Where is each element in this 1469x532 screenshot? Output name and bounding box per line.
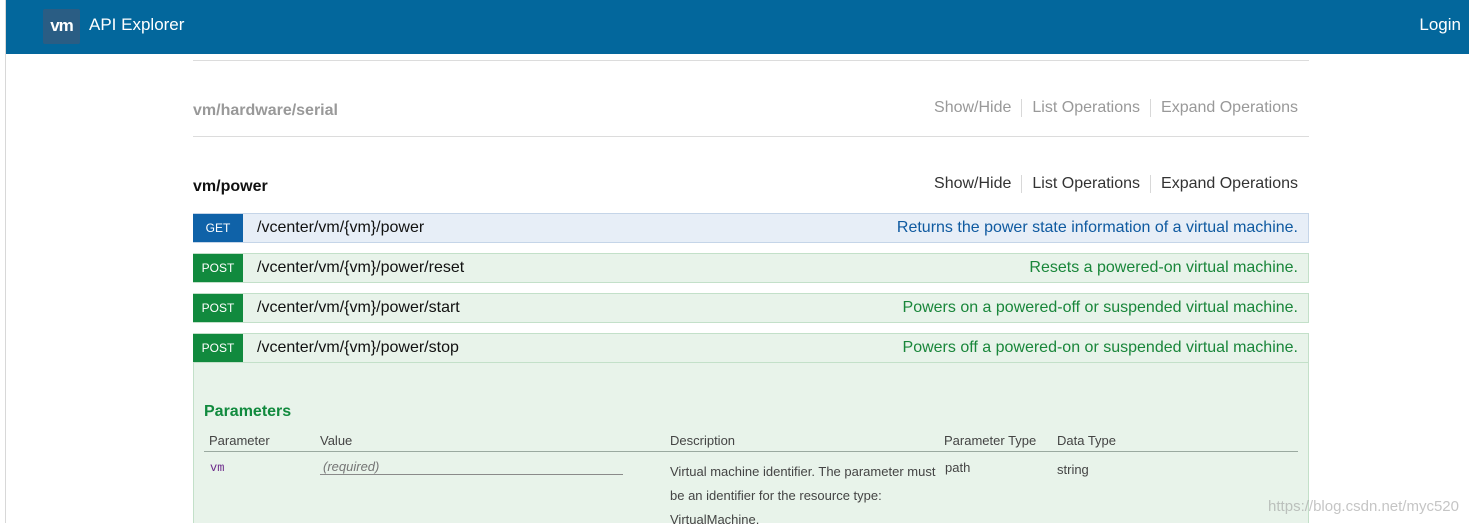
endpoint-post-power-reset[interactable]: POST /vcenter/vm/{vm}/power/reset Resets…: [193, 253, 1309, 283]
method-badge-get[interactable]: GET: [193, 214, 243, 242]
endpoint-summary[interactable]: Returns the power state information of a…: [897, 219, 1298, 237]
endpoint-post-power-start[interactable]: POST /vcenter/vm/{vm}/power/start Powers…: [193, 293, 1309, 323]
divider: [193, 60, 1309, 61]
endpoint-path[interactable]: /vcenter/vm/{vm}/power/reset: [257, 259, 1029, 277]
endpoint-summary[interactable]: Resets a powered-on virtual machine.: [1029, 259, 1298, 277]
method-badge-post[interactable]: POST: [193, 334, 243, 362]
method-badge-post[interactable]: POST: [193, 254, 243, 282]
parameter-description: Virtual machine identifier. The paramete…: [670, 464, 936, 527]
watermark-text: https://blog.csdn.net/myc520: [1268, 498, 1459, 515]
left-border: [5, 0, 6, 523]
app-title: API Explorer: [89, 15, 185, 34]
parameter-type: path: [945, 460, 971, 475]
resource-title-hardware-serial[interactable]: vm/hardware/serial: [193, 102, 338, 120]
list-operations-link[interactable]: List Operations: [1022, 99, 1150, 117]
expand-operations-link[interactable]: Expand Operations: [1151, 175, 1298, 193]
parameter-name: vm: [210, 461, 225, 475]
header-value: Value: [320, 433, 353, 448]
header-description: Description: [670, 433, 736, 448]
endpoint-path[interactable]: /vcenter/vm/{vm}/power/start: [257, 299, 903, 317]
header-data-type: Data Type: [1057, 433, 1117, 448]
login-link[interactable]: Login: [1419, 15, 1461, 35]
endpoint-path[interactable]: /vcenter/vm/{vm}/power/stop: [257, 339, 903, 357]
divider: [193, 136, 1309, 137]
resource-ops-hardware-serial: Show/Hide List Operations Expand Operati…: [934, 99, 1298, 117]
endpoint-get-power[interactable]: GET /vcenter/vm/{vm}/power Returns the p…: [193, 213, 1309, 243]
parameters-heading: Parameters: [204, 403, 292, 420]
show-hide-link[interactable]: Show/Hide: [934, 99, 1021, 117]
method-badge-post[interactable]: POST: [193, 294, 243, 322]
show-hide-link[interactable]: Show/Hide: [934, 175, 1021, 193]
api-explorer-page: vm API Explorer Login vm/hardware/serial…: [0, 0, 1469, 527]
header-parameter: Parameter: [209, 433, 270, 448]
resource-title-power[interactable]: vm/power: [193, 178, 268, 196]
expand-operations-link[interactable]: Expand Operations: [1151, 99, 1298, 117]
resource-ops-power: Show/Hide List Operations Expand Operati…: [934, 175, 1298, 193]
top-navbar: vm API Explorer Login: [6, 0, 1469, 54]
table-header-divider: [204, 451, 1298, 452]
endpoint-summary[interactable]: Powers off a powered-on or suspended vir…: [903, 339, 1298, 357]
parameter-data-type: string: [1057, 462, 1089, 477]
endpoint-post-power-stop[interactable]: POST /vcenter/vm/{vm}/power/stop Powers …: [193, 333, 1309, 363]
operation-details-panel: Parameters Parameter Value Description P…: [193, 363, 1309, 527]
vmware-logo-icon: vm: [43, 9, 80, 44]
vm-parameter-input[interactable]: [320, 458, 623, 475]
endpoint-path[interactable]: /vcenter/vm/{vm}/power: [257, 219, 897, 237]
list-operations-link[interactable]: List Operations: [1022, 175, 1150, 193]
header-parameter-type: Parameter Type: [944, 433, 1037, 448]
endpoint-summary[interactable]: Powers on a powered-off or suspended vir…: [903, 299, 1298, 317]
